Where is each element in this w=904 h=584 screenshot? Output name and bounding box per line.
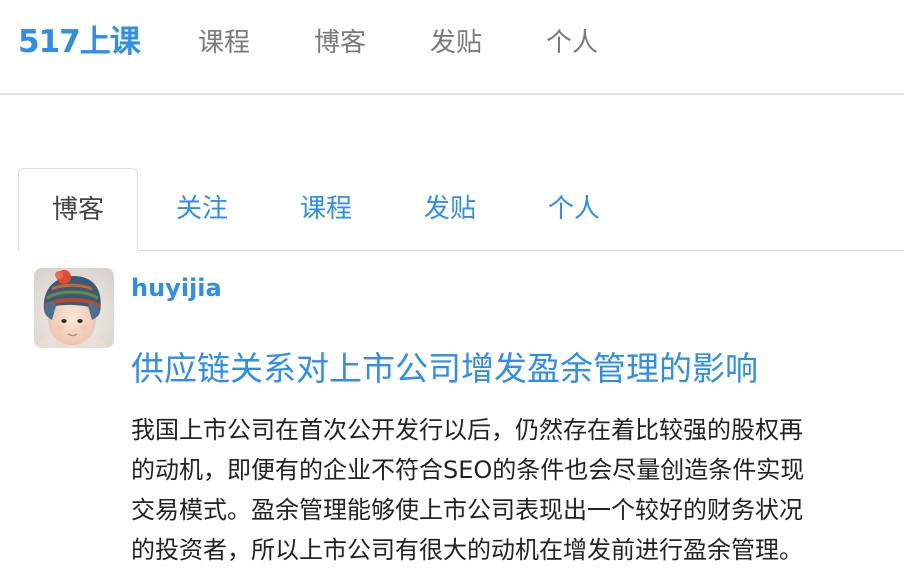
post-title-link[interactable]: 供应链关系对上市公司增发盈余管理的影响: [131, 346, 758, 392]
excerpt-line: 交易模式。盈余管理能够使上市公司表现出一个较好的财务状况: [131, 496, 803, 524]
nav-post-link[interactable]: 发贴: [430, 25, 482, 61]
author-name-link[interactable]: huyijia: [131, 272, 222, 304]
content-tabs: 博客 关注 课程 发贴 个人: [0, 168, 904, 251]
post-excerpt: 我国上市公司在首次公开发行以后，仍然存在着比较强的股权再 的动机，即便有的企业不…: [131, 410, 904, 570]
excerpt-line: 的动机，即便有的企业不符合SEO的条件也会尽量创造条件实现: [131, 456, 805, 484]
excerpt-line: 我国上市公司在首次公开发行以后，仍然存在着比较强的股权再: [131, 416, 803, 444]
nav-personal-link[interactable]: 个人: [546, 25, 598, 61]
top-navigation-bar: 517上课 课程 博客 发贴 个人: [0, 0, 904, 95]
site-logo[interactable]: 517上课: [18, 22, 141, 62]
nav-courses-link[interactable]: 课程: [198, 25, 250, 61]
excerpt-line: 的投资者，所以上市公司有很大的动机在增发前进行盈余管理。: [131, 536, 803, 564]
author-avatar[interactable]: [34, 268, 114, 348]
tab-blog[interactable]: 博客: [18, 168, 138, 251]
tab-follow[interactable]: 关注: [142, 168, 262, 250]
baby-in-beanie-photo: [34, 268, 114, 348]
tabs-baseline: [18, 250, 904, 251]
nav-blog-link[interactable]: 博客: [314, 25, 366, 61]
tab-personal[interactable]: 个人: [514, 168, 634, 250]
tab-post[interactable]: 发贴: [390, 168, 510, 250]
tab-courses[interactable]: 课程: [266, 168, 386, 250]
